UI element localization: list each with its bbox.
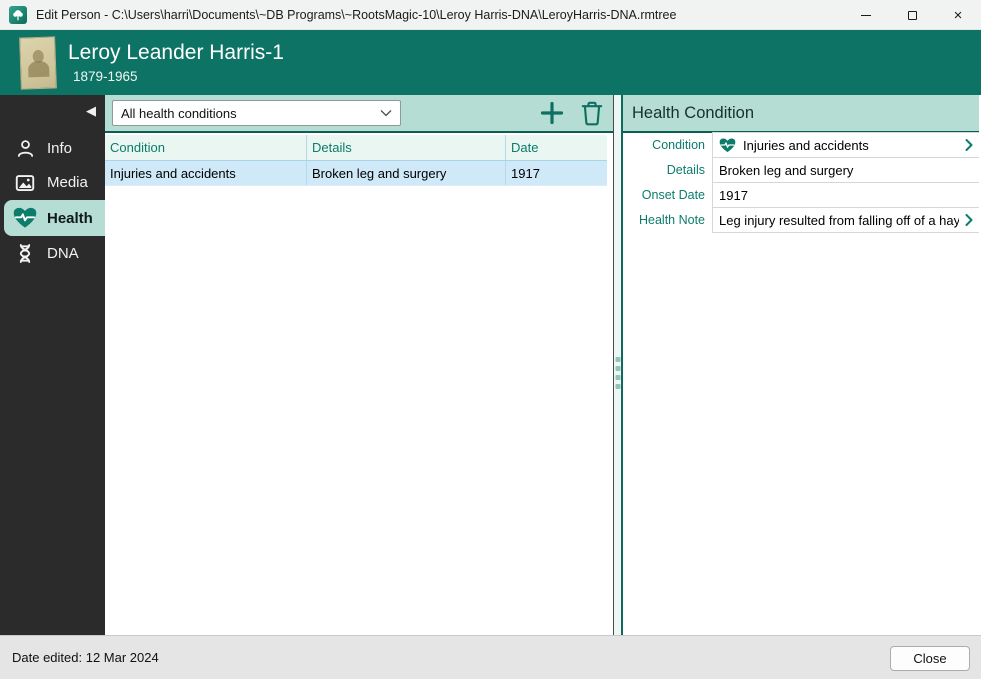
- details-field-label: Details: [666, 163, 705, 177]
- sidebar-item-label: Health: [47, 209, 93, 227]
- chevron-right-icon: [965, 139, 973, 151]
- health-note-field-row: Health Note Leg injury resulted from fal…: [623, 207, 979, 233]
- sidebar-item-health[interactable]: Health: [4, 200, 105, 236]
- health-toolbar: All health conditions: [105, 95, 613, 133]
- row-date: 1917: [511, 166, 540, 181]
- table-header-row: Condition Details Date: [105, 135, 607, 161]
- sidebar-item-media[interactable]: Media: [0, 166, 105, 199]
- dna-icon: [13, 242, 37, 266]
- person-icon: [13, 137, 37, 161]
- edit-person-window: Edit Person - C:\Users\harri\Documents\~…: [0, 0, 981, 679]
- condition-filter-value: All health conditions: [121, 105, 237, 121]
- health-list-panel: All health conditions Condition Details …: [105, 95, 613, 635]
- health-note-field[interactable]: Leg injury resulted from falling off of …: [712, 207, 979, 233]
- trash-icon: [581, 101, 603, 126]
- close-window-button[interactable]: ×: [935, 0, 981, 30]
- health-conditions-table: Condition Details Date Injuries and acci…: [105, 135, 607, 186]
- chevron-down-icon: [380, 110, 392, 117]
- detail-panel-title: Health Condition: [623, 95, 979, 133]
- details-field[interactable]: Broken leg and surgery: [712, 157, 979, 183]
- status-bar: Date edited: 12 Mar 2024 Close: [0, 635, 981, 679]
- sidebar-item-label: DNA: [47, 245, 79, 262]
- person-header: Leroy Leander Harris-1 1879-1965: [0, 30, 981, 95]
- sidebar-item-dna[interactable]: DNA: [0, 237, 105, 270]
- close-button[interactable]: Close: [890, 646, 970, 671]
- onset-date-field-label: Onset Date: [641, 188, 705, 202]
- condition-value: Injuries and accidents: [743, 137, 869, 153]
- health-heart-icon: [719, 138, 736, 153]
- details-field-row: Details Broken leg and surgery: [623, 157, 979, 183]
- row-details: Broken leg and surgery: [307, 161, 506, 185]
- condition-field-label: Condition: [652, 138, 705, 152]
- sidebar-item-info[interactable]: Info: [0, 132, 105, 165]
- sidebar-item-label: Media: [47, 174, 88, 191]
- onset-date-field-row: Onset Date 1917: [623, 182, 979, 208]
- condition-field-row: Condition Injuries and accidents: [623, 132, 979, 158]
- onset-date-field[interactable]: 1917: [712, 182, 979, 208]
- sidebar-collapse-icon[interactable]: ◀: [86, 103, 96, 119]
- person-name: Leroy Leander Harris-1: [68, 41, 284, 64]
- delete-condition-button[interactable]: [580, 100, 604, 126]
- table-row[interactable]: Injuries and accidents Broken leg and su…: [105, 161, 607, 186]
- health-note-value: Leg injury resulted from falling off of …: [719, 212, 959, 228]
- sidebar: ◀ Info Media Health DNA: [0, 95, 105, 635]
- health-heart-icon: [13, 206, 37, 230]
- health-condition-detail-panel: Health Condition Condition Injuries and …: [623, 95, 979, 635]
- splitter-grip-icon: [615, 353, 620, 393]
- condition-filter-select[interactable]: All health conditions: [112, 100, 401, 126]
- column-header-condition[interactable]: Condition: [105, 135, 307, 160]
- column-header-date[interactable]: Date: [506, 135, 607, 160]
- onset-date-value: 1917: [719, 187, 748, 203]
- plus-icon: [540, 101, 564, 125]
- chevron-right-icon: [965, 214, 973, 226]
- app-tree-icon: [9, 5, 27, 24]
- details-value: Broken leg and surgery: [719, 162, 854, 178]
- panel-splitter[interactable]: [613, 95, 623, 635]
- close-icon: ×: [953, 6, 963, 24]
- media-icon: [13, 171, 37, 195]
- sidebar-item-label: Info: [47, 140, 73, 157]
- column-header-details[interactable]: Details: [307, 135, 506, 160]
- person-photo-thumbnail[interactable]: [19, 36, 57, 90]
- window-title: Edit Person - C:\Users\harri\Documents\~…: [36, 7, 677, 22]
- minimize-button[interactable]: [843, 0, 889, 30]
- person-years: 1879-1965: [73, 69, 138, 84]
- maximize-button[interactable]: [889, 0, 935, 30]
- health-note-field-label: Health Note: [638, 213, 705, 227]
- add-condition-button[interactable]: [539, 100, 565, 126]
- minimize-icon: [861, 14, 871, 16]
- maximize-icon: [907, 10, 917, 20]
- title-bar: Edit Person - C:\Users\harri\Documents\~…: [0, 0, 981, 30]
- condition-field[interactable]: Injuries and accidents: [712, 132, 979, 158]
- date-edited-label: Date edited: 12 Mar 2024: [12, 650, 159, 665]
- row-condition: Injuries and accidents: [105, 161, 307, 185]
